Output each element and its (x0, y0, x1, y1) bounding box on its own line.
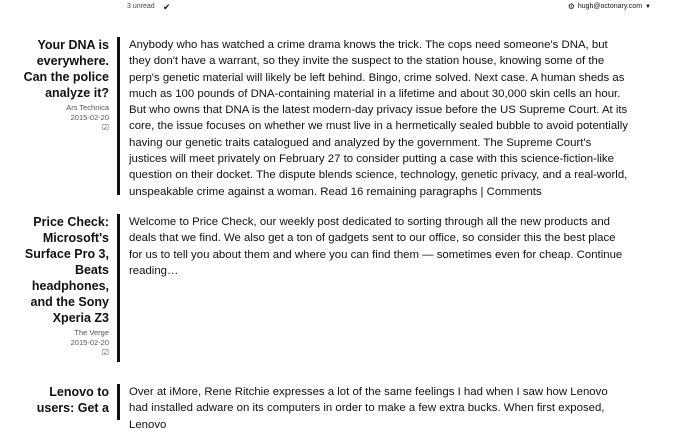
article-title-line[interactable]: everywhere. (0, 53, 109, 69)
read-more-link[interactable]: Read 16 remaining paragraphs (320, 186, 477, 198)
account-email[interactable]: hugh@octonary.com (578, 3, 642, 10)
comments-link[interactable]: Comments (487, 186, 542, 198)
article-source: The Verge (74, 328, 109, 337)
top-bar: 3 unread ✔ ⚙ hugh@octonary.com ▼ (0, 0, 700, 16)
unread-count: 3 unread (127, 3, 155, 10)
article-body: Anybody who has watched a crime drama kn… (129, 37, 629, 200)
article-title[interactable]: Lenovo to users: Get a (0, 384, 109, 416)
gear-icon[interactable]: ⚙ (568, 2, 575, 11)
article-title-line[interactable]: Xperia Z3 (0, 310, 109, 326)
mark-read-icon[interactable]: ☑ (0, 348, 109, 358)
article-body: Welcome to Price Check, our weekly post … (129, 214, 629, 279)
article-divider (117, 384, 120, 420)
check-icon[interactable]: ✔ (163, 2, 171, 13)
article-title-line[interactable]: headphones, (0, 278, 109, 294)
article-divider (117, 37, 120, 195)
article-title-line[interactable]: Surface Pro 3, (0, 246, 109, 262)
article-date: 2015-02-20 (70, 113, 109, 122)
article-title-line[interactable]: Can the police (0, 69, 109, 85)
article-title-line[interactable]: Lenovo to (0, 384, 109, 400)
link-separator: | (480, 185, 484, 198)
article-title-line[interactable]: Your DNA is (0, 37, 109, 53)
article-title-line[interactable]: analyze it? (0, 85, 109, 101)
article-meta: Your DNA is everywhere. Can the police a… (0, 37, 109, 133)
article-divider (117, 214, 120, 362)
article-text: Over at iMore, Rene Ritchie expresses a … (129, 386, 608, 431)
article-title-line[interactable]: Price Check: (0, 214, 109, 230)
article-title-line[interactable]: Beats (0, 262, 109, 278)
article-meta: Lenovo to users: Get a (0, 384, 109, 416)
article-title-line[interactable]: Microsoft's (0, 230, 109, 246)
article-text: Welcome to Price Check, our weekly post … (129, 216, 616, 261)
article-title-line[interactable]: users: Get a (0, 400, 109, 416)
article-meta: Price Check: Microsoft's Surface Pro 3, … (0, 214, 109, 358)
caret-down-icon[interactable]: ▼ (645, 4, 651, 10)
article-title-line[interactable]: and the Sony (0, 294, 109, 310)
account-menu[interactable]: ⚙ hugh@octonary.com ▼ (568, 2, 651, 11)
article-title[interactable]: Your DNA is everywhere. Can the police a… (0, 37, 109, 101)
article-body: Over at iMore, Rene Ritchie expresses a … (129, 384, 629, 433)
article-text: Anybody who has watched a crime drama kn… (129, 39, 628, 198)
article-title[interactable]: Price Check: Microsoft's Surface Pro 3, … (0, 214, 109, 326)
article-source: Ars Technica (66, 103, 109, 112)
article-date: 2015-02-20 (70, 338, 109, 347)
mark-read-icon[interactable]: ☑ (0, 123, 109, 133)
